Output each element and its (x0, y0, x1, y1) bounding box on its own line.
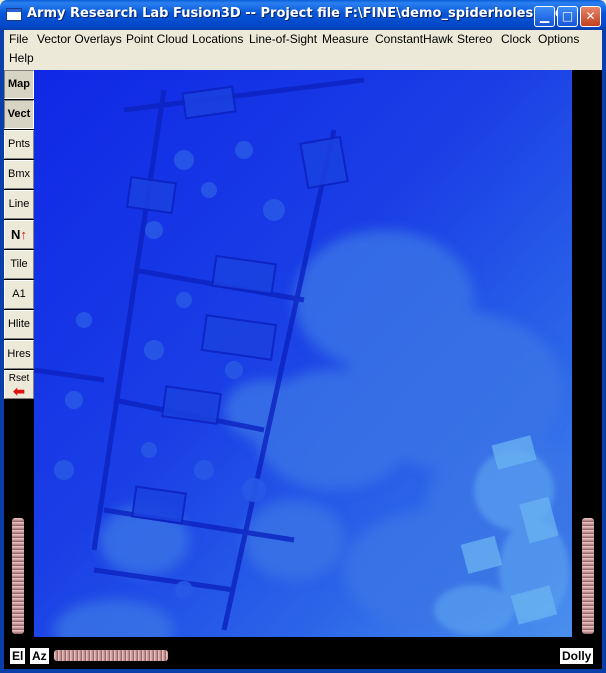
maximize-button[interactable]: □ (557, 6, 578, 27)
line-button[interactable]: Line (4, 190, 34, 219)
3d-scene-view[interactable] (34, 70, 572, 637)
lidar-terrain-render (34, 70, 572, 637)
azimuth-slider-thumb[interactable] (54, 650, 168, 661)
left-arrow-icon: ⬅ (13, 383, 25, 399)
window-title: Army Research Lab Fusion3D -- Project fi… (27, 6, 565, 21)
hres-button[interactable]: Hres (4, 340, 34, 369)
dolly-label: Dolly (560, 648, 594, 664)
north-arrow-icon: ↑ (20, 227, 27, 242)
title-bar[interactable]: Army Research Lab Fusion3D -- Project fi… (0, 0, 606, 30)
menu-file[interactable]: File (9, 32, 28, 46)
menu-locations[interactable]: Locations (192, 32, 243, 46)
map-button[interactable]: Map (4, 70, 34, 99)
app-window-icon (6, 8, 22, 21)
a1-button[interactable]: A1 (4, 280, 34, 309)
el-label: El (10, 648, 26, 664)
window-frame-bottom (0, 669, 606, 673)
close-icon: ✕ (585, 9, 596, 23)
elevation-slider-thumb[interactable] (12, 518, 24, 634)
vect-button[interactable]: Vect (4, 100, 34, 129)
bmx-button[interactable]: Bmx (4, 160, 34, 189)
minimize-button[interactable]: ▁ (534, 6, 555, 27)
left-toolbar: Map Vect Pnts Bmx Line N↑ Tile A1 Hlite … (4, 70, 34, 637)
az-label: Az (30, 648, 49, 664)
tile-button[interactable]: Tile (4, 250, 34, 279)
window-frame-left (0, 30, 4, 673)
menu-vector-overlays[interactable]: Vector Overlays (37, 32, 122, 46)
menu-clock[interactable]: Clock (501, 32, 531, 46)
menu-line-of-sight[interactable]: Line-of-Sight (249, 32, 317, 46)
menu-point-cloud[interactable]: Point Cloud (126, 32, 188, 46)
maximize-icon: □ (561, 9, 574, 23)
menu-constanthawk[interactable]: ConstantHawk (375, 32, 453, 46)
menu-measure[interactable]: Measure (322, 32, 369, 46)
right-panel (572, 70, 602, 637)
north-button[interactable]: N↑ (4, 220, 34, 249)
dolly-slider-thumb[interactable] (582, 518, 594, 634)
menu-help[interactable]: Help (9, 51, 34, 65)
menu-bar: File Vector Overlays Point Cloud Locatio… (0, 30, 606, 68)
menu-options[interactable]: Options (538, 32, 579, 46)
window-frame-right (602, 30, 606, 673)
close-button[interactable]: ✕ (580, 6, 601, 27)
menu-stereo[interactable]: Stereo (457, 32, 492, 46)
minimize-icon: ▁ (539, 9, 550, 23)
bottom-bar: El Az Dolly (4, 637, 602, 669)
pnts-button[interactable]: Pnts (4, 130, 34, 159)
rset-button[interactable]: Rset ⬅ (4, 370, 34, 399)
hlite-button[interactable]: Hlite (4, 310, 34, 339)
